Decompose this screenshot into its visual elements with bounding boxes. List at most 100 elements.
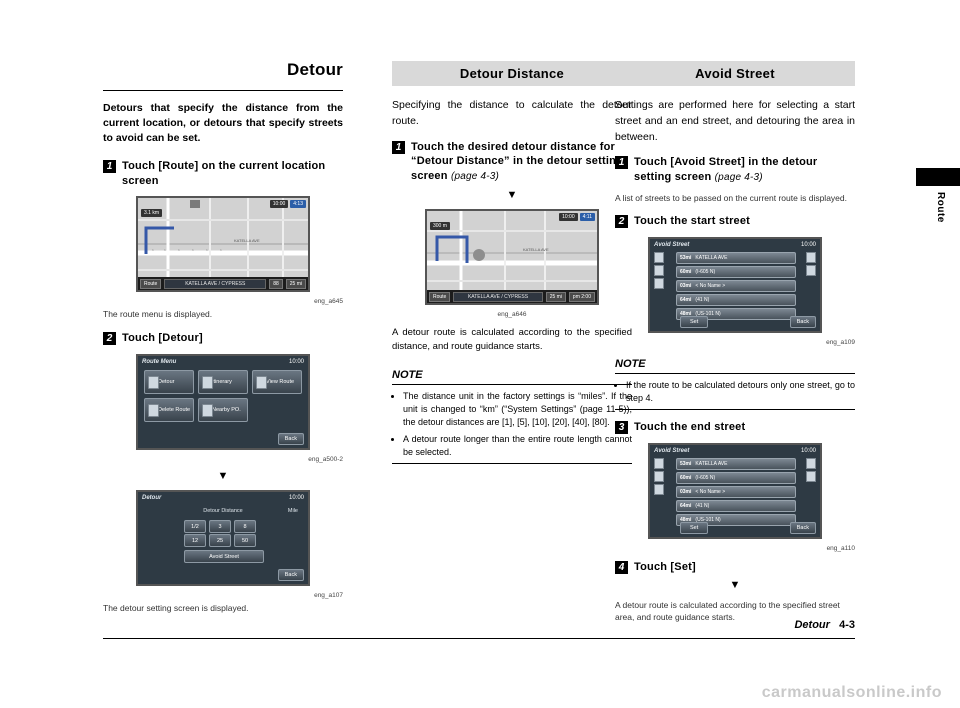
- map-icon[interactable]: [654, 264, 664, 276]
- detour-distance-row-1: 1/2 3 8: [184, 520, 256, 534]
- title-rule: [103, 90, 343, 91]
- figure-current-location: 666 666 KATELLA AVE 10:00 4:13 3.1 km Ro…: [103, 196, 343, 305]
- figure-avoid-start-street: Avoid Street 10:00 53mi KATELLA AVE 60mi(…: [615, 236, 855, 346]
- distance-option-25[interactable]: 25: [209, 534, 231, 548]
- step-number: 4: [615, 560, 628, 574]
- list-item: 60mi (I-605 N): [676, 471, 796, 484]
- street-name: < No Name >: [695, 282, 726, 289]
- menu-button-view-route[interactable]: View Route: [252, 370, 302, 395]
- watermark: carmanualsonline.info: [761, 684, 942, 701]
- back-button[interactable]: Back: [277, 433, 304, 446]
- back-button[interactable]: Back: [277, 569, 304, 582]
- after-figure-text: A detour route is calculated according t…: [392, 327, 632, 353]
- note-rule-top: [392, 383, 632, 385]
- street-distance: 03mi: [680, 488, 692, 495]
- page-title: Detour: [287, 60, 343, 79]
- menu-button-delete-route[interactable]: Delete Route: [144, 398, 194, 423]
- screenshot-avoid-street-2: Avoid Street 10:00 53mi KATELLA AVE 60mi(…: [648, 442, 822, 539]
- street-distance: 53mi: [680, 460, 692, 467]
- avoid-street-button[interactable]: Avoid Street: [184, 550, 264, 564]
- chevron-down-icon[interactable]: [806, 470, 816, 482]
- map-bottom-bar: Route KATELLA AVE / CYPRESS 25 mi pm 2:0…: [427, 290, 597, 304]
- street-list: 53mi KATELLA AVE 60mi (I-605 N) 03mi < No N…: [676, 457, 796, 528]
- svg-text:KATELLA AVE: KATELLA AVE: [523, 247, 549, 252]
- note-rule-top: [615, 372, 855, 374]
- street-name: (I-605 N): [695, 474, 716, 481]
- map-zoom-label: 300 m: [430, 222, 450, 231]
- distance-option-12[interactable]: 12: [184, 534, 206, 548]
- step-text: Touch [Detour]: [122, 332, 203, 345]
- street-name: KATELLA AVE: [695, 460, 728, 467]
- map-eta: 4:11: [579, 213, 595, 222]
- map-bottom-bar: Route KATELLA AVE / CYPRESS 88 25 mi: [138, 277, 308, 291]
- section-heading-detour-distance: Detour Distance: [392, 60, 632, 86]
- step-text: Touch [Avoid Street] in the detour setti…: [634, 155, 855, 185]
- screenshot-avoid-street-1: Avoid Street 10:00 53mi KATELLA AVE 60mi(…: [648, 236, 822, 333]
- scroll-arrows[interactable]: [806, 251, 816, 276]
- map-screen: KATELLA AVE 10:00 4:11 300 m Route KATEL…: [427, 211, 597, 304]
- route-menu-title: Route Menu: [142, 359, 177, 366]
- chevron-up-icon[interactable]: [806, 251, 816, 263]
- note-block: NOTE The distance unit in the factory se…: [392, 365, 632, 464]
- list-icon[interactable]: [654, 251, 664, 263]
- note-label: NOTE: [615, 357, 646, 370]
- avoid-title: Avoid Street: [654, 447, 690, 454]
- map-zoom-label: 3.1 km: [141, 209, 163, 218]
- detour-setting-screen: Detour 10:00 Detour Distance Mile 1/2 3 …: [138, 492, 308, 585]
- list-item: 03mi < No Name >: [676, 485, 796, 498]
- street-distance: 53mi: [680, 254, 692, 261]
- detour-distance-heading: Detour Distance: [203, 508, 243, 515]
- step-1: 1 Touch [Route] on the current location …: [103, 159, 343, 189]
- intro-paragraph: Detours that specify the distance from t…: [103, 102, 343, 145]
- screenshot-route-menu: Route Menu 10:00 Detour Itinerary View R…: [136, 354, 310, 451]
- screenshot-map-detour: KATELLA AVE 10:00 4:11 300 m Route KATEL…: [425, 209, 599, 306]
- distance-option-50[interactable]: 50: [234, 534, 256, 548]
- menu-button-itinerary[interactable]: Itinerary: [198, 370, 248, 395]
- chevron-down-icon[interactable]: [806, 264, 816, 276]
- distance-value: 25 mi: [545, 291, 566, 302]
- back-button[interactable]: Back: [789, 521, 816, 534]
- street-distance: 64mi: [680, 502, 692, 509]
- map-icon[interactable]: [654, 470, 664, 482]
- note-rule-bottom: [615, 408, 855, 410]
- distance-option-3[interactable]: 3: [209, 520, 231, 534]
- figure-caption: eng_a107: [314, 592, 343, 600]
- avoid-clock: 10:00: [800, 447, 816, 454]
- column-right: Avoid Street Settings are performed here…: [615, 60, 855, 632]
- street-name: (I-605 N): [695, 268, 716, 275]
- street-distance: 60mi: [680, 268, 692, 275]
- after-step-text: A list of streets to be passed on the cu…: [615, 193, 847, 204]
- route-button[interactable]: Route: [429, 291, 451, 302]
- chevron-up-icon[interactable]: [806, 457, 816, 469]
- list-item: 64mi (41 N): [676, 293, 796, 306]
- street-name: (41 N): [695, 296, 710, 303]
- menu-button-nearby-poi[interactable]: Nearby PO.: [198, 398, 248, 423]
- list-item: 60mi (I-605 N): [676, 265, 796, 278]
- distance-option-8[interactable]: 8: [234, 520, 256, 534]
- set-button[interactable]: Set: [680, 521, 709, 534]
- menu-button-detour[interactable]: Detour: [144, 370, 194, 395]
- list-item: 03mi < No Name >: [676, 279, 796, 292]
- street-name: (41 N): [695, 502, 710, 509]
- set-button[interactable]: Set: [680, 315, 709, 328]
- step-2: 2 Touch [Detour]: [103, 331, 343, 346]
- distance-option-half[interactable]: 1/2: [184, 520, 206, 534]
- route-menu-buttons: Detour Itinerary View Route Delete Route…: [144, 370, 302, 423]
- scroll-arrows[interactable]: [806, 457, 816, 482]
- list-icon[interactable]: [654, 457, 664, 469]
- back-button[interactable]: Back: [789, 315, 816, 328]
- figure-caption: eng_a646: [497, 311, 527, 319]
- footer-page-number: 4-3: [839, 619, 855, 631]
- info-icon[interactable]: [654, 483, 664, 495]
- step-number: 1: [103, 159, 116, 173]
- route-button[interactable]: Route: [140, 278, 162, 289]
- step-number: 1: [615, 156, 628, 170]
- note-item: The distance unit in the factory setting…: [403, 390, 632, 429]
- avoid-title: Avoid Street: [654, 241, 690, 248]
- note-list: If the route to be calculated detours on…: [615, 379, 855, 405]
- note-list: The distance unit in the factory setting…: [392, 390, 632, 459]
- info-icon[interactable]: [654, 277, 664, 289]
- street-list: 53mi KATELLA AVE 60mi (I-605 N) 03mi < No N…: [676, 251, 796, 322]
- step-page-ref: (page 4-3): [450, 171, 500, 183]
- map-zoom-label-wrap: 300 m: [430, 214, 450, 232]
